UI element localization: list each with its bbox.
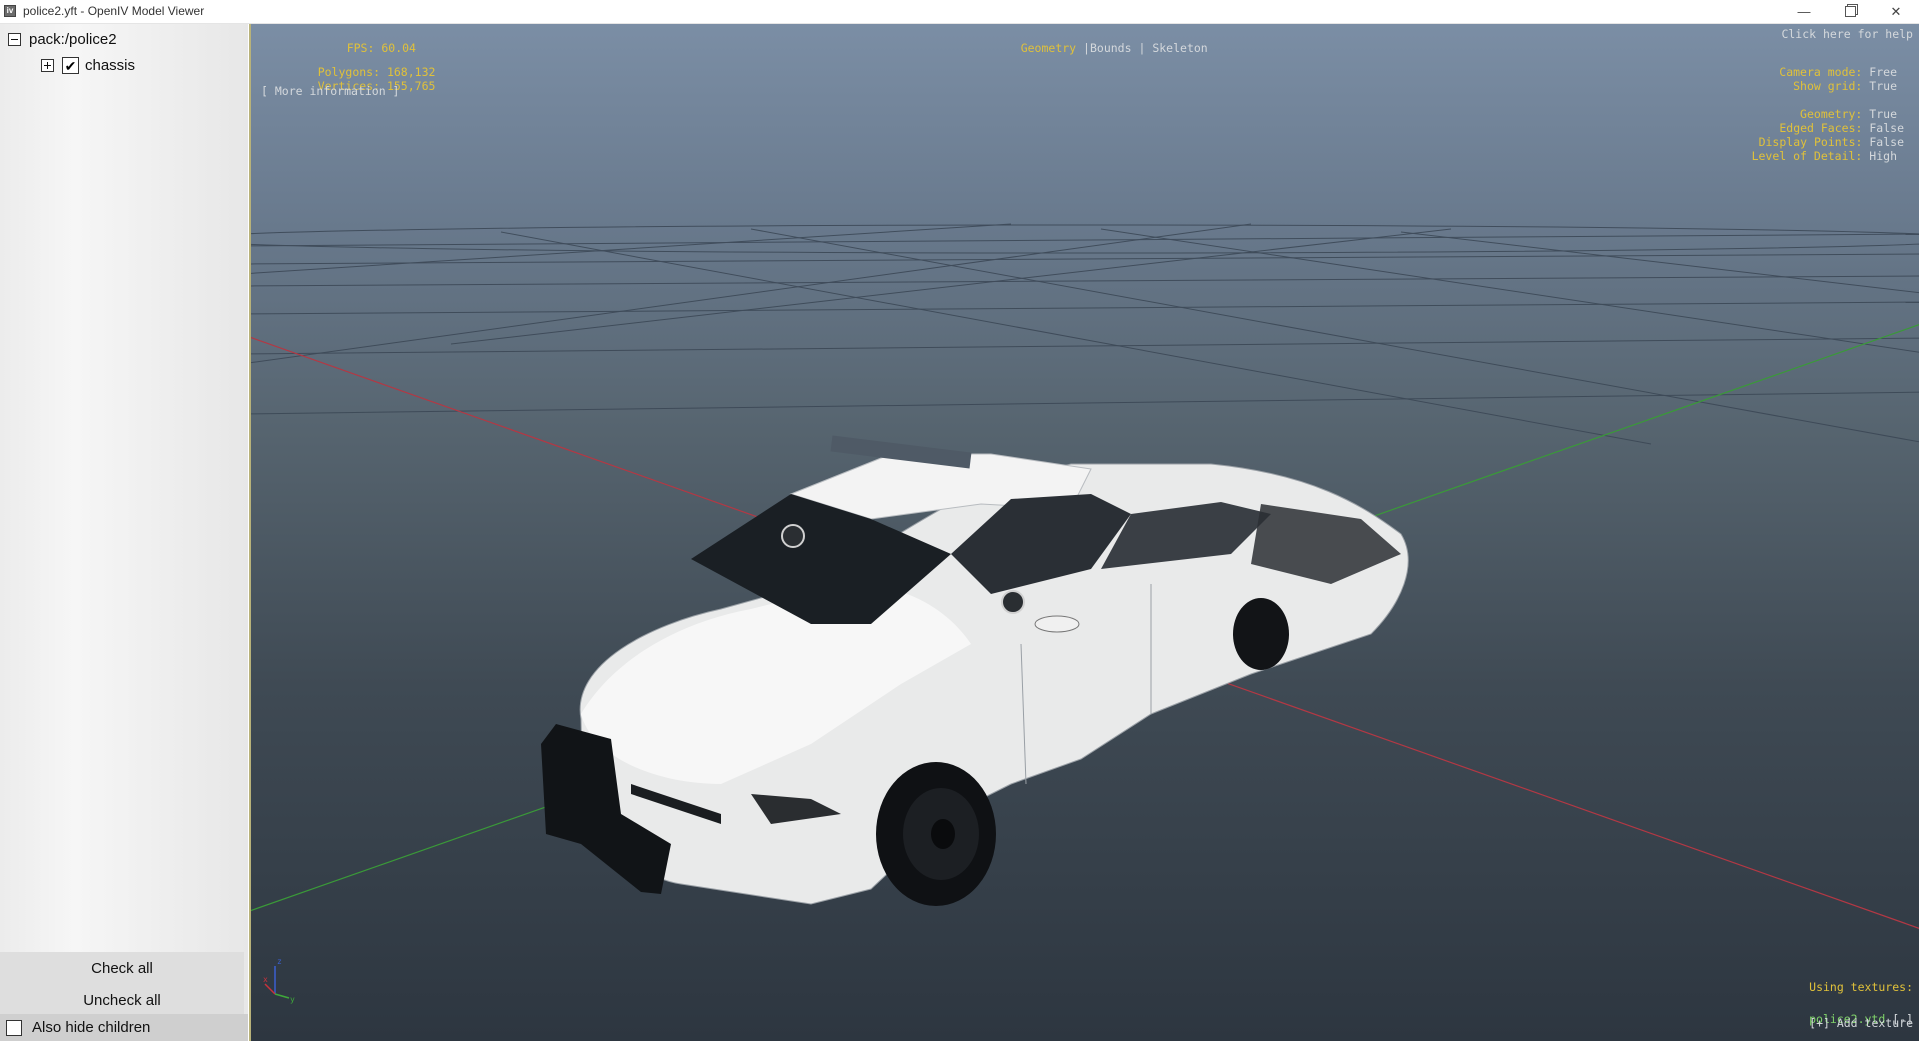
lod-readout[interactable]: Level of Detail: High <box>1724 135 1897 177</box>
uncheck-all-button[interactable]: Uncheck all <box>0 984 244 1016</box>
tab-separator: | <box>1138 41 1146 55</box>
checkmark-icon: ✔ <box>64 57 77 74</box>
tree-item-chassis-label: chassis <box>85 57 136 74</box>
add-texture-button[interactable]: [+] Add texture <box>1809 1016 1913 1030</box>
expand-icon[interactable] <box>41 59 54 72</box>
window-title: police2.yft - OpenIV Model Viewer <box>23 4 205 18</box>
tab-separator: | <box>1083 41 1090 55</box>
minimize-button[interactable]: — <box>1781 0 1827 23</box>
also-hide-children-row[interactable]: Also hide children <box>0 1014 248 1041</box>
gizmo-x-axis <box>264 983 276 995</box>
check-all-button[interactable]: Check all <box>0 952 244 984</box>
ground-grid <box>251 223 1919 445</box>
also-hide-children-label: Also hide children <box>32 1019 151 1036</box>
help-link[interactable]: Click here for help <box>1781 27 1913 41</box>
tree-item-chassis[interactable]: ✔ chassis <box>41 57 135 74</box>
title-bar: iv police2.yft - OpenIV Model Viewer — ✕ <box>0 0 1919 24</box>
tab-geometry[interactable]: Geometry <box>1021 41 1076 55</box>
tree-item-root[interactable]: pack:/police2 <box>8 31 117 48</box>
tab-skeleton[interactable]: Skeleton <box>1152 41 1207 55</box>
lod-value[interactable]: High <box>1869 149 1897 163</box>
tree-item-root-label: pack:/police2 <box>29 31 117 48</box>
tab-bounds[interactable]: Bounds <box>1090 41 1132 55</box>
openiv-app-icon: iv <box>4 5 16 17</box>
collapse-icon[interactable] <box>8 33 21 46</box>
gizmo-z-label: z <box>277 957 282 966</box>
also-hide-children-checkbox[interactable] <box>6 1019 22 1036</box>
lod-label: Level of Detail: <box>1751 149 1863 163</box>
view-mode-tabs: Geometry |Bounds | Skeleton <box>993 27 1208 69</box>
close-icon: ✕ <box>1890 3 1902 19</box>
model-viewport[interactable]: FPS: 60.04 Polygons: 168,132 Vertices: 1… <box>249 24 1919 1041</box>
model-tree-panel: pack:/police2 ✔ chassis Check all Unchec… <box>0 24 248 1041</box>
gizmo-y-label: y <box>290 995 295 1004</box>
restore-button[interactable] <box>1827 0 1873 23</box>
chassis-checkbox[interactable]: ✔ <box>62 57 79 74</box>
show-grid-value[interactable]: True <box>1869 79 1897 93</box>
show-grid-label: Show grid: <box>1793 79 1863 93</box>
using-textures-label: Using textures: <box>1809 980 1913 994</box>
minimize-icon: — <box>1797 4 1811 19</box>
police-car-model <box>541 435 1409 906</box>
gizmo-x-label: x <box>263 975 268 984</box>
close-button[interactable]: ✕ <box>1873 0 1919 23</box>
viewport-scene <box>251 223 1919 929</box>
more-information-link[interactable]: [ More information ] <box>261 84 399 98</box>
restore-icon <box>1844 6 1856 17</box>
gizmo-y-axis <box>274 993 290 999</box>
axis-gizmo: z x y <box>263 957 295 1004</box>
